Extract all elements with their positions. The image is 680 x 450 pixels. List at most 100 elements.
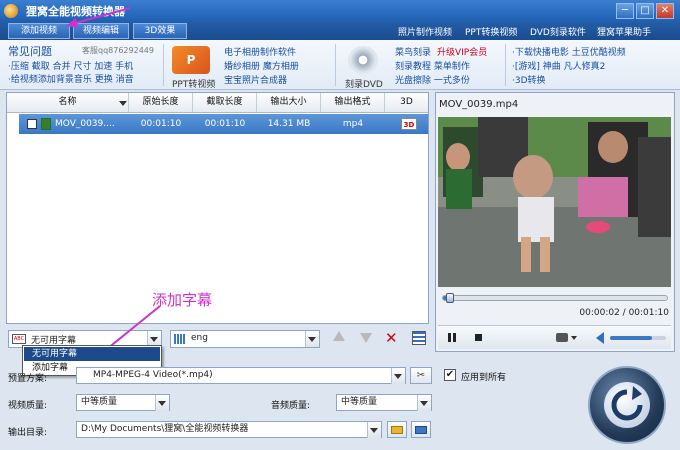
cell-output-format: mp4 (342, 119, 364, 129)
audio-track-icon (174, 334, 186, 344)
output-dir-field[interactable]: D:\My Documents\狸窝\全能视频转换器 (76, 421, 382, 438)
menu-item-no-subtitle[interactable]: 无可用字幕 (24, 347, 160, 361)
ad-baby-link[interactable]: 宝宝照片合成器 (224, 73, 287, 86)
chevron-down-icon (394, 374, 402, 379)
preview-filename: MOV_0039.mp4 (439, 99, 519, 110)
preset-value: MP4-MPEG-4 Video(*.mp4) (93, 370, 213, 380)
3d-badge-icon[interactable]: 3D (401, 118, 417, 130)
open-folder-button[interactable] (411, 421, 431, 438)
video-frame-drawing (438, 117, 671, 287)
audio-quality-label: 音频质量: (271, 401, 311, 411)
close-button[interactable]: ✕ (656, 3, 674, 19)
ad-game-link[interactable]: ·[游戏] 神曲 凡人修真2 (512, 59, 605, 72)
volume-icon[interactable] (596, 332, 604, 344)
link-apple-helper[interactable]: 狸窝苹果助手 (597, 25, 651, 38)
convert-button[interactable] (588, 366, 666, 444)
convert-inner (604, 382, 650, 428)
ad-disc-erase[interactable]: 光盘擦除 一式多份 (395, 73, 470, 86)
file-list-table: 名称 原始长度 截取长度 输出大小 输出格式 3D MOV_0039.... 0… (6, 92, 429, 324)
audio-track-value: eng (191, 333, 208, 343)
camera-icon[interactable] (556, 333, 568, 342)
output-dir-label: 输出目录: (8, 428, 48, 438)
output-dir-dropdown-button[interactable] (367, 422, 381, 438)
faq-line-2[interactable]: ·给视频添加背景音乐 更换 消音 (8, 72, 134, 85)
faq-line-1[interactable]: ·压缩 截取 合并 尺寸 加速 手机 (8, 59, 133, 72)
audio-track-select[interactable]: eng (170, 330, 320, 348)
volume-level (610, 336, 652, 340)
ad-burn-link[interactable]: 菜鸟刻录 (395, 45, 431, 58)
cell-cut-length: 00:01:10 (204, 119, 246, 129)
maximize-button[interactable]: □ (636, 3, 654, 19)
video-file-icon (41, 118, 51, 130)
video-quality-dropdown-button[interactable] (155, 395, 169, 411)
convert-arrow-icon (611, 386, 643, 421)
dvd-label[interactable]: 刻录DVD (345, 77, 383, 90)
dvd-disc-icon[interactable] (348, 46, 378, 74)
annotation-arrow-top (66, 7, 131, 28)
preview-panel: MOV_0039.mp4 00:00:02 / 00:01:10 (435, 92, 675, 352)
output-dir-value: D:\My Documents\狸窝\全能视频转换器 (81, 424, 249, 434)
col-output-format[interactable]: 输出格式 (321, 93, 385, 112)
seek-bar[interactable] (442, 293, 668, 303)
camera-dropdown-icon[interactable] (571, 336, 577, 340)
qq-contact: 客服qq876292449 (82, 46, 154, 55)
browse-folder-button[interactable] (387, 421, 407, 438)
ad-divider (335, 44, 336, 86)
volume-slider[interactable] (610, 336, 666, 340)
ad-wedding-link[interactable]: 婚纱相册 魔方相册 (224, 59, 299, 72)
table-row[interactable]: MOV_0039.... 00:01:10 00:01:10 14.31 MB … (19, 114, 428, 134)
preset-dropdown-button[interactable] (391, 368, 405, 384)
ad-divider (505, 44, 506, 86)
audio-quality-select[interactable]: 中等质量 (336, 394, 432, 411)
ad-download-link[interactable]: ·下载快播电影 土豆优酷视频 (512, 45, 626, 58)
preset-label: 预置方案: (8, 374, 48, 384)
link-ppt-video[interactable]: PPT转换视频 (465, 25, 517, 38)
ppt-icon[interactable]: P (172, 46, 210, 74)
pause-icon[interactable] (453, 333, 456, 342)
pause-icon[interactable] (448, 333, 451, 342)
chevron-down-icon (308, 337, 316, 342)
tab-3d-effect[interactable]: 3D效果 (133, 23, 187, 39)
ppt-label[interactable]: PPT转视频 (172, 77, 215, 90)
audio-quality-dropdown-button[interactable] (417, 395, 431, 411)
link-photo-video[interactable]: 照片制作视频 (398, 25, 452, 38)
delete-icon[interactable]: ✕ (385, 329, 398, 347)
move-up-icon[interactable] (333, 331, 345, 341)
vip-link[interactable]: 升级VIP会员 (437, 45, 487, 58)
move-down-icon[interactable] (360, 333, 372, 343)
playback-time: 00:00:02 / 00:01:10 (579, 308, 669, 318)
audio-dropdown-button[interactable] (305, 331, 319, 347)
video-frame-image[interactable] (438, 117, 671, 287)
col-3d[interactable]: 3D (385, 93, 428, 112)
ad-3d-link[interactable]: ·3D转换 (512, 73, 546, 86)
cell-orig-length: 00:01:10 (140, 119, 182, 129)
table-header: 名称 原始长度 截取长度 输出大小 输出格式 3D (7, 93, 428, 113)
col-orig-length[interactable]: 原始长度 (129, 93, 193, 112)
video-quality-select[interactable]: 中等质量 (76, 394, 170, 411)
subtitle-icon: ABC (12, 334, 26, 344)
preset-select[interactable]: MP4-MPEG-4 Video(*.mp4) (76, 367, 406, 384)
ad-album-link[interactable]: 电子相册制作软件 (224, 45, 296, 58)
cell-name: MOV_0039.... (55, 119, 115, 129)
link-dvd-burn[interactable]: DVD刻录软件 (530, 25, 586, 38)
clear-list-icon[interactable] (412, 331, 426, 345)
row-checkbox[interactable] (27, 119, 37, 129)
settings-tool-icon[interactable]: ✂ (410, 367, 432, 384)
col-cut-length[interactable]: 截取长度 (193, 93, 257, 112)
apply-all-checkbox[interactable]: ✔ (444, 369, 456, 381)
video-quality-label: 视频质量: (8, 401, 48, 411)
chevron-down-icon (370, 428, 378, 433)
stop-icon[interactable] (475, 334, 482, 341)
chevron-down-icon (420, 401, 428, 406)
folder-icon (391, 426, 403, 434)
minimize-button[interactable]: ─ (616, 3, 634, 19)
col-name[interactable]: 名称 (7, 93, 129, 112)
app-logo-icon (4, 4, 18, 18)
faq-title[interactable]: 常见问题 (8, 43, 52, 59)
ad-burn-tutorial[interactable]: 刻录教程 菜单制作 (395, 59, 470, 72)
col-output-size[interactable]: 输出大小 (257, 93, 321, 112)
open-folder-icon (415, 426, 427, 434)
sort-arrow-icon (119, 101, 127, 106)
seek-handle[interactable] (446, 293, 454, 303)
chevron-down-icon (158, 401, 166, 406)
